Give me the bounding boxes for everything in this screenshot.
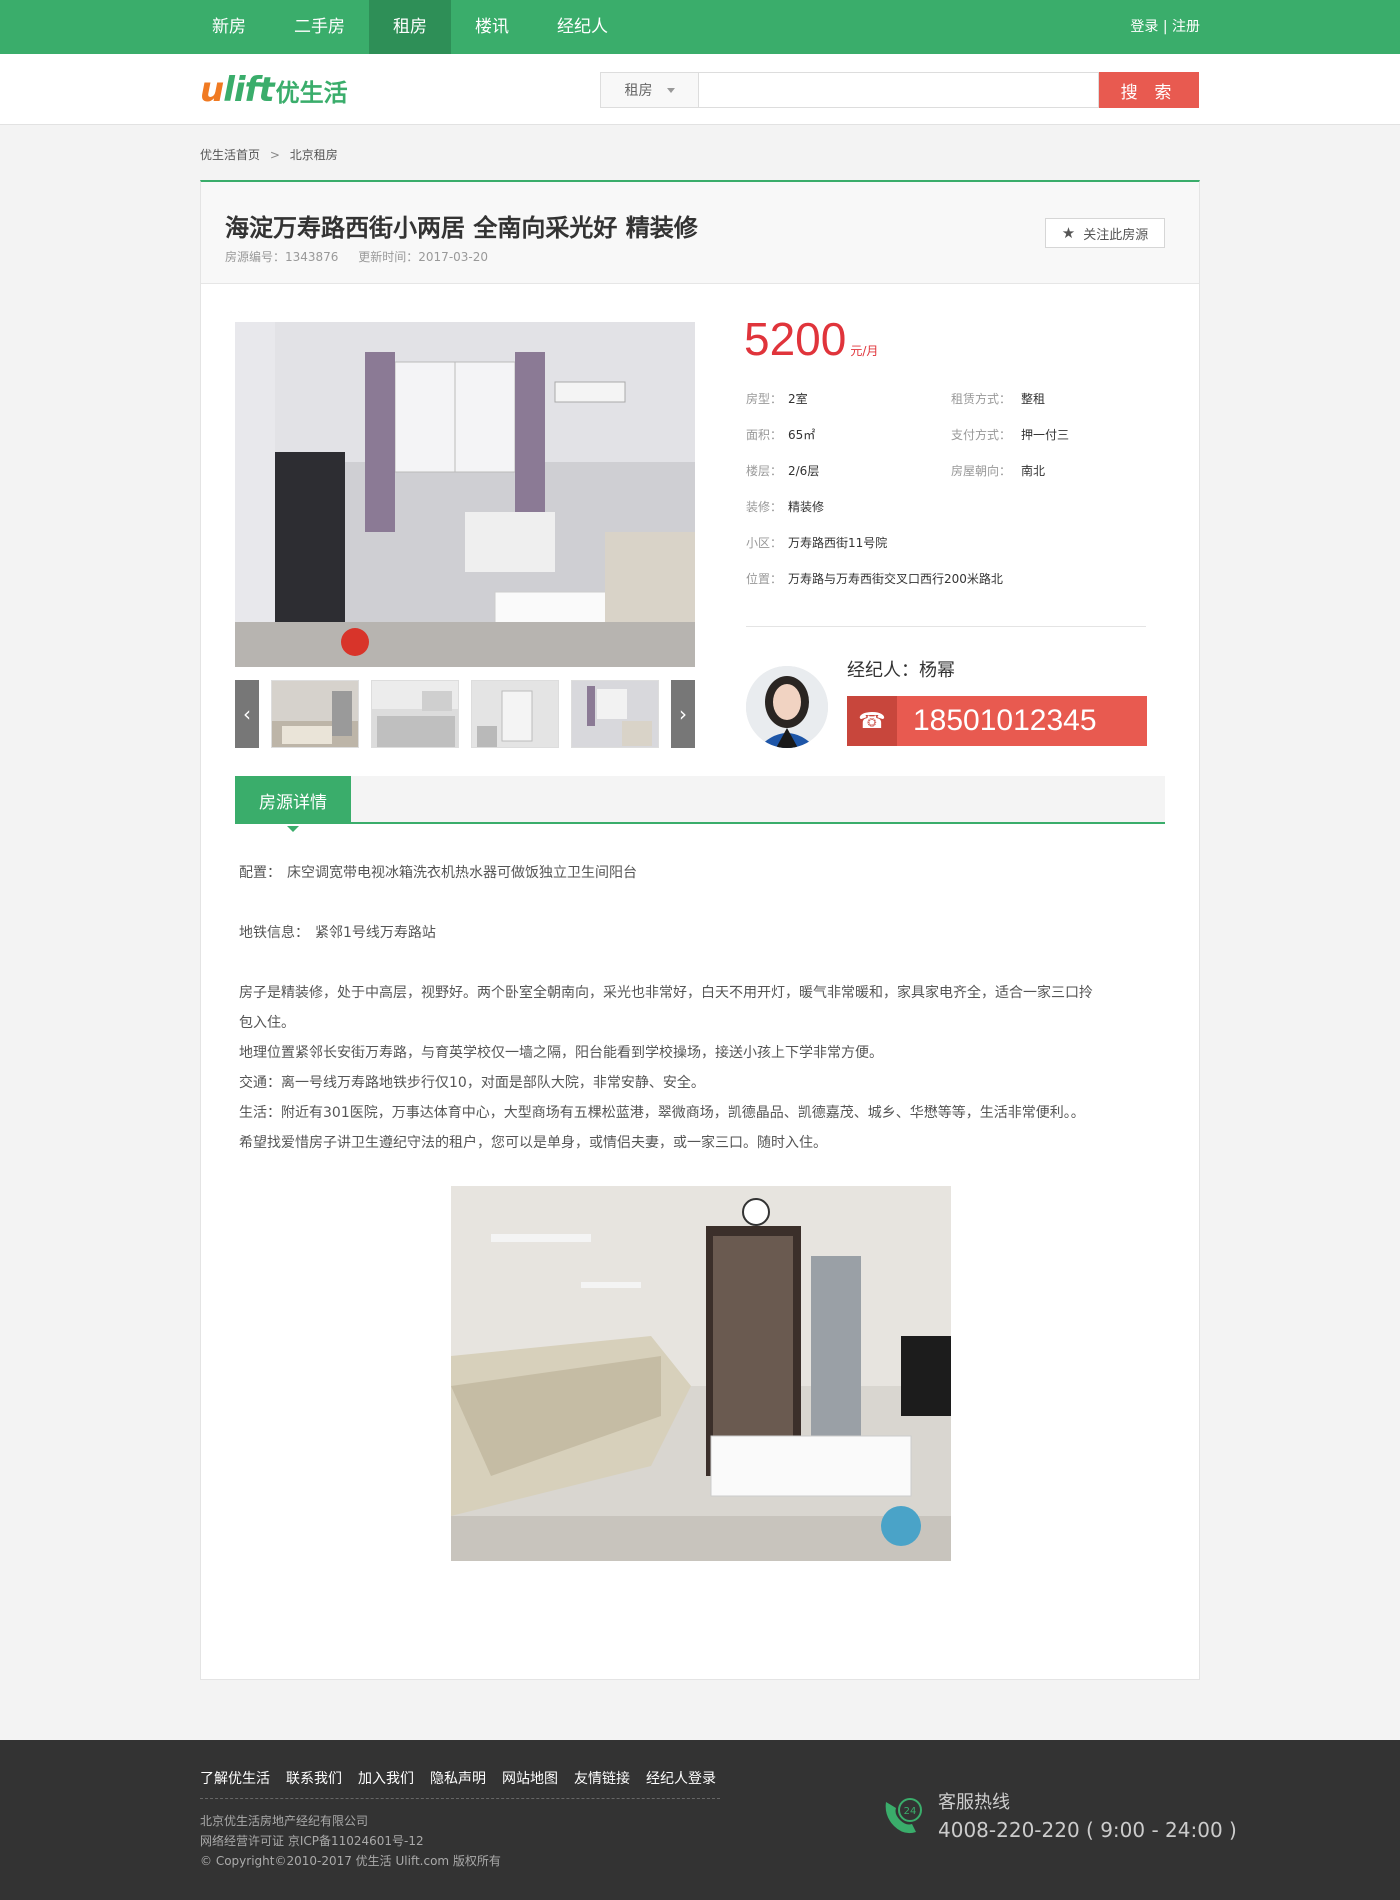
detail-subway: 地铁信息： 紧邻1号线万寿路站: [239, 925, 436, 941]
footer-link-about[interactable]: 了解优生活: [200, 1768, 270, 1788]
detail-tab-bar: 房源详情: [235, 776, 1165, 832]
price-value: 5200: [744, 313, 847, 365]
nav-new-homes[interactable]: 新房: [188, 0, 270, 54]
attr-orientation: 房屋朝向： 南北: [951, 464, 1046, 478]
nav-news[interactable]: 楼讯: [451, 0, 533, 54]
tab-listing-details[interactable]: 房源详情: [235, 776, 351, 832]
search-type-value: 租房: [624, 83, 653, 99]
detail-photo: [451, 1186, 951, 1561]
attr-decoration: 装修： 精装修: [746, 500, 825, 514]
detail-gap: [239, 888, 1159, 918]
site-header: ulift 优生活 租房 搜 索: [0, 54, 1400, 125]
logo-chinese-name: 优生活: [275, 78, 348, 107]
telephone-icon: ☎: [847, 696, 897, 746]
attr-rent-mode: 租赁方式： 整租: [951, 392, 1046, 406]
search-input[interactable]: [699, 72, 1099, 108]
detail-desc-line: 地理位置紧邻长安街万寿路，与育英学校仅一墙之隔，阳台能看到学校操场，接送小孩上下…: [239, 1045, 883, 1061]
nav-rental[interactable]: 租房: [369, 0, 451, 54]
follow-label: 关注此房源: [1083, 226, 1149, 242]
attr-floor: 楼层： 2/6层: [746, 464, 820, 478]
price-unit: 元/月: [850, 344, 879, 358]
attr-payment: 支付方式： 押一付三: [951, 428, 1070, 442]
listing-card: 海淀万寿路西街小两居 全南向采光好 精装修 房源编号：1343876 更新时间：…: [200, 180, 1200, 1680]
listing-id: 房源编号：1343876: [225, 250, 339, 264]
footer-link-friends[interactable]: 友情链接: [574, 1768, 630, 1788]
detail-desc-line: 希望找爱惜房子讲卫生遵纪守法的租户，您可以是单身，或情侣夫妻，或一家三口。随时入…: [239, 1135, 827, 1151]
chevron-down-icon: [666, 87, 675, 93]
login-link[interactable]: 登录: [1130, 19, 1158, 35]
attr-location: 位置： 万寿路与万寿西街交叉口西行200米路北: [746, 572, 1003, 586]
attr-area: 面积： 65㎡: [746, 428, 816, 442]
listing-title: 海淀万寿路西街小两居 全南向采光好 精装修: [225, 214, 698, 242]
detail-desc-line: 生活：附近有301医院，万事达体育中心，大型商场有五棵松蓝港，翠微商场，凯德晶品…: [239, 1105, 1085, 1121]
logo-wordmark: ulift: [200, 70, 275, 110]
detail-desc-line: 包入住。: [239, 1015, 295, 1031]
detail-desc-line: 房子是精装修，处于中高层，视野好。两个卧室全朝南向，采光也非常好，白天不用开灯，…: [239, 985, 1093, 1001]
svg-text:24: 24: [904, 1806, 917, 1817]
listing-title-bar: 海淀万寿路西街小两居 全南向采光好 精装修 房源编号：1343876 更新时间：…: [201, 182, 1199, 284]
footer-divider: [200, 1798, 720, 1799]
chevron-left-icon[interactable]: ‹: [235, 680, 259, 748]
breadcrumb-current[interactable]: 北京租房: [290, 148, 338, 162]
auth-separator: |: [1162, 19, 1168, 35]
main-nav: 新房 二手房 租房 楼讯 经纪人: [188, 0, 632, 54]
agent-phone: 18501012345: [913, 704, 1097, 737]
thumbnail-1[interactable]: [271, 680, 359, 748]
agent-avatar[interactable]: [746, 666, 828, 748]
breadcrumb-home[interactable]: 优生活首页: [200, 148, 260, 162]
footer-link-privacy[interactable]: 隐私声明: [430, 1768, 486, 1788]
footer-links: 了解优生活 联系我们 加入我们 隐私声明 网站地图 友情链接 经纪人登录: [200, 1768, 716, 1788]
listing-updated: 更新时间：2017-03-20: [358, 250, 489, 264]
footer-license: 网络经营许可证 京ICP备11024601号-12: [200, 1834, 424, 1848]
phone-24h-icon: 24: [880, 1794, 924, 1838]
attr-community: 小区： 万寿路西街11号院: [746, 536, 888, 550]
chevron-right-icon[interactable]: ›: [671, 680, 695, 748]
price: 5200 元/月: [744, 312, 878, 366]
listing-meta: 房源编号：1343876 更新时间：2017-03-20: [225, 248, 488, 265]
detail-config: 配置： 床空调宽带电视冰箱洗衣机热水器可做饭独立卫生间阳台: [239, 865, 637, 881]
info-divider: [746, 626, 1146, 627]
agent-phone-box[interactable]: ☎ 18501012345: [847, 696, 1147, 746]
thumbnail-3[interactable]: [471, 680, 559, 748]
footer-link-agent-login[interactable]: 经纪人登录: [646, 1768, 716, 1788]
footer-copyright: © Copyright©2010-2017 优生活 Ulift.com 版权所有: [200, 1854, 501, 1868]
search-type-dropdown[interactable]: 租房: [600, 72, 699, 108]
attr-layout: 房型： 2室: [746, 392, 808, 406]
thumbnail-4[interactable]: [571, 680, 659, 748]
nav-second-hand[interactable]: 二手房: [270, 0, 369, 54]
follow-listing-button[interactable]: ★ 关注此房源: [1045, 218, 1165, 248]
site-logo[interactable]: ulift 优生活: [200, 70, 348, 110]
search-bar: 租房 搜 索: [600, 72, 1200, 108]
footer-link-sitemap[interactable]: 网站地图: [502, 1768, 558, 1788]
auth-links: 登录 | 注册: [1130, 0, 1200, 54]
site-footer: 了解优生活 联系我们 加入我们 隐私声明 网站地图 友情链接 经纪人登录 北京优…: [0, 1740, 1400, 1900]
register-link[interactable]: 注册: [1172, 19, 1200, 35]
agent-name: 经纪人：杨幂: [847, 660, 955, 681]
footer-link-contact[interactable]: 联系我们: [286, 1768, 342, 1788]
breadcrumb-separator: >: [269, 148, 280, 162]
hotline-title: 客服热线: [938, 1792, 1010, 1813]
detail-gap: [239, 948, 1159, 978]
thumbnail-strip: ‹ ›: [235, 680, 695, 748]
search-button[interactable]: 搜 索: [1099, 72, 1199, 108]
top-navigation-bar: 新房 二手房 租房 楼讯 经纪人 登录 | 注册: [0, 0, 1400, 54]
listing-details: 配置： 床空调宽带电视冰箱洗衣机热水器可做饭独立卫生间阳台 地铁信息： 紧邻1号线万…: [239, 858, 1159, 1158]
footer-link-join[interactable]: 加入我们: [358, 1768, 414, 1788]
thumbnail-2[interactable]: [371, 680, 459, 748]
nav-agents[interactable]: 经纪人: [533, 0, 632, 54]
main-photo[interactable]: [235, 322, 695, 667]
star-icon: ★: [1061, 225, 1076, 242]
footer-company: 北京优生活房地产经纪有限公司: [200, 1814, 369, 1828]
detail-desc-line: 交通：离一号线万寿路地铁步行仅10，对面是部队大院，非常安静、安全。: [239, 1075, 705, 1091]
breadcrumb: 优生活首页 > 北京租房: [200, 146, 338, 163]
hotline-number: 4008-220-220 ( 9:00 - 24:00 ): [938, 1818, 1237, 1842]
